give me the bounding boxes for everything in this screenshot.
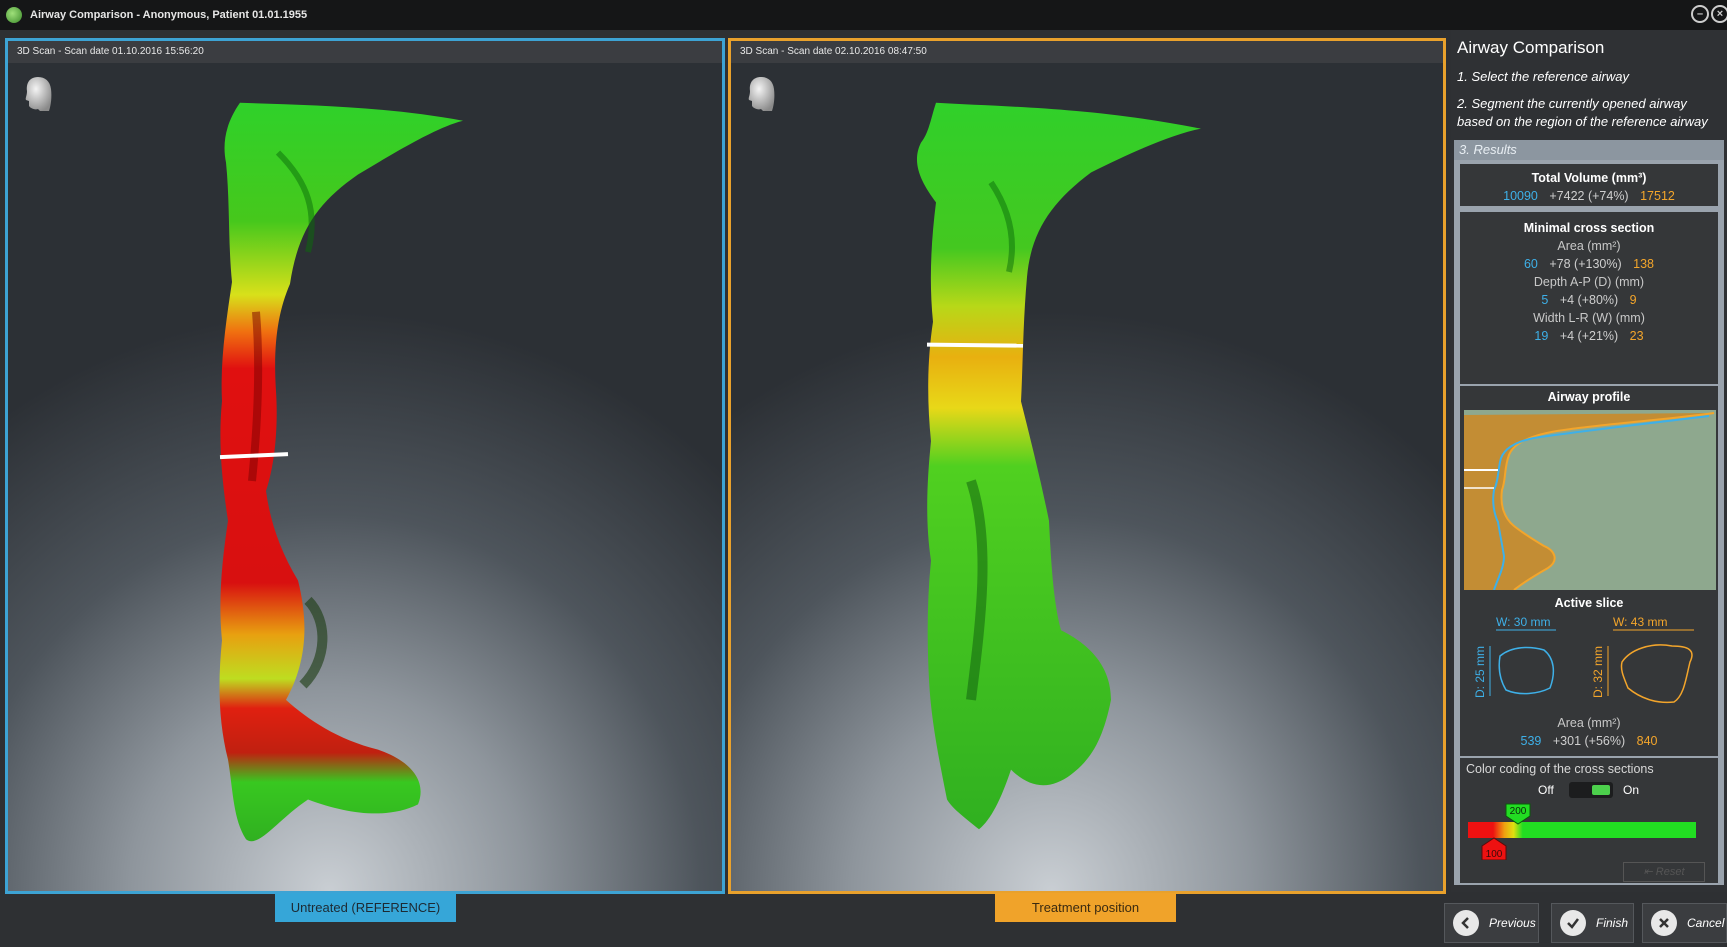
width-treat: 23 — [1629, 329, 1644, 343]
slice-area-row: 539 +301 (+56%) 840 — [1460, 734, 1718, 748]
step-segment-airway[interactable]: 2. Segment the currently opened airway b… — [1457, 95, 1723, 139]
area-label: Area (mm²) — [1557, 239, 1621, 253]
ref-slice-outline — [1498, 646, 1555, 695]
slice-area-label: Area (mm²) — [1557, 716, 1621, 730]
treatment-airway-model[interactable] — [731, 63, 1443, 891]
reset-button[interactable]: ⇤ Reset — [1623, 862, 1705, 882]
app-icon — [6, 7, 22, 23]
chevron-left-icon — [1453, 910, 1479, 936]
airway-comparison-window: Airway Comparison - Anonymous, Patient 0… — [0, 0, 1727, 947]
ref-slice-width: W: 30 mm — [1496, 615, 1550, 629]
airway-profile-title: Airway profile — [1547, 390, 1631, 404]
reference-3d-view[interactable] — [8, 63, 722, 891]
depth-treat: 9 — [1629, 293, 1637, 307]
finish-button[interactable]: Finish — [1551, 903, 1634, 943]
total-volume-ref: 10090 — [1503, 189, 1538, 203]
slice-area-treat: 840 — [1636, 734, 1658, 748]
treatment-3d-view[interactable] — [731, 63, 1443, 891]
step-results[interactable]: 3. Results — [1454, 140, 1724, 160]
slice-area-diff: +301 (+56%) — [1552, 734, 1626, 748]
slice-area-ref: 539 — [1520, 734, 1542, 748]
min-cross-section-title: Minimal cross section — [1523, 221, 1655, 235]
treat-slice-depth: D: 32 mm — [1591, 646, 1605, 698]
active-slice-title: Active slice — [1554, 596, 1624, 610]
area-diff: +78 (+130%) — [1549, 257, 1622, 271]
width-label: Width L-R (W) (mm) — [1533, 311, 1645, 325]
toggle-off-label: Off — [1538, 783, 1554, 797]
title-bar: Airway Comparison - Anonymous, Patient 0… — [0, 0, 1727, 30]
panel-title: Airway Comparison — [1457, 38, 1605, 57]
active-slice-outlines[interactable]: W: 30 mm W: 43 mm D: 25 mm D: 32 mm — [1460, 612, 1718, 712]
ref-slice-depth: D: 25 mm — [1473, 646, 1487, 698]
high-marker-label: 200 — [1510, 806, 1527, 817]
total-volume-treat: 17512 — [1640, 189, 1675, 203]
reference-viewport-header: 3D Scan - Scan date 01.10.2016 15:56:20 — [8, 41, 722, 63]
width-ref: 19 — [1534, 329, 1549, 343]
reset-label: Reset — [1655, 866, 1685, 878]
color-coding-toggle-row: Off On — [1460, 780, 1718, 800]
previous-label: Previous — [1489, 916, 1536, 930]
cancel-button[interactable]: Cancel — [1642, 903, 1727, 943]
reference-viewport[interactable]: 3D Scan - Scan date 01.10.2016 15:56:20 — [5, 38, 725, 894]
low-marker-label: 100 — [1486, 849, 1503, 860]
minimal-cross-section-card: Minimal cross section Area (mm²) 60 +78 … — [1460, 212, 1718, 384]
depth-label: Depth A-P (D) (mm) — [1533, 275, 1645, 289]
window-title: Airway Comparison - Anonymous, Patient 0… — [30, 9, 308, 21]
finish-label: Finish — [1596, 916, 1629, 930]
treatment-viewport[interactable]: 3D Scan - Scan date 02.10.2016 08:47:50 — [728, 38, 1446, 894]
reference-label: Untreated (REFERENCE) — [275, 893, 456, 922]
cancel-label: Cancel — [1687, 916, 1725, 930]
color-coding-title: Color coding of the cross sections — [1466, 762, 1654, 776]
depth-ref: 5 — [1541, 293, 1549, 307]
color-scale-bar — [1468, 822, 1696, 838]
airway-comparison-panel: Airway Comparison 1. Select the referenc… — [1451, 30, 1727, 892]
total-volume-label: Total Volume (mm³) — [1531, 171, 1647, 185]
airway-profile-chart[interactable] — [1464, 410, 1716, 590]
treat-slice-width: W: 43 mm — [1613, 615, 1667, 629]
high-threshold-marker[interactable]: 200 — [1505, 803, 1531, 825]
treatment-label: Treatment position — [995, 893, 1176, 922]
airway-profile-card: Airway profile Active slice W: 30 mm W: … — [1460, 386, 1718, 756]
treat-slice-outline — [1620, 644, 1693, 704]
close-icon[interactable]: × — [1711, 5, 1727, 23]
step-select-reference[interactable]: 1. Select the reference airway — [1457, 68, 1723, 92]
total-volume-card: Total Volume (mm³) 10090 +7422 (+74%) 17… — [1460, 164, 1718, 206]
low-threshold-marker[interactable]: 100 — [1481, 837, 1507, 860]
area-ref: 60 — [1523, 257, 1538, 271]
minimize-icon[interactable]: – — [1691, 5, 1709, 23]
reset-icon: ⇤ — [1643, 866, 1656, 878]
previous-button[interactable]: Previous — [1444, 903, 1539, 943]
color-scale[interactable]: 200 100 — [1468, 800, 1708, 860]
checkmark-icon — [1560, 910, 1586, 936]
total-volume-diff: +7422 (+74%) — [1549, 189, 1629, 203]
cancel-x-icon — [1651, 910, 1677, 936]
depth-diff: +4 (+80%) — [1559, 293, 1619, 307]
color-coding-card: Color coding of the cross sections Off O… — [1460, 758, 1718, 883]
width-diff: +4 (+21%) — [1559, 329, 1619, 343]
toggle-on-label: On — [1623, 783, 1640, 797]
area-treat: 138 — [1633, 257, 1654, 271]
treatment-viewport-header: 3D Scan - Scan date 02.10.2016 08:47:50 — [731, 41, 1443, 63]
color-coding-toggle[interactable] — [1569, 782, 1613, 798]
toggle-knob — [1592, 785, 1610, 795]
reference-airway-model[interactable] — [8, 63, 722, 891]
